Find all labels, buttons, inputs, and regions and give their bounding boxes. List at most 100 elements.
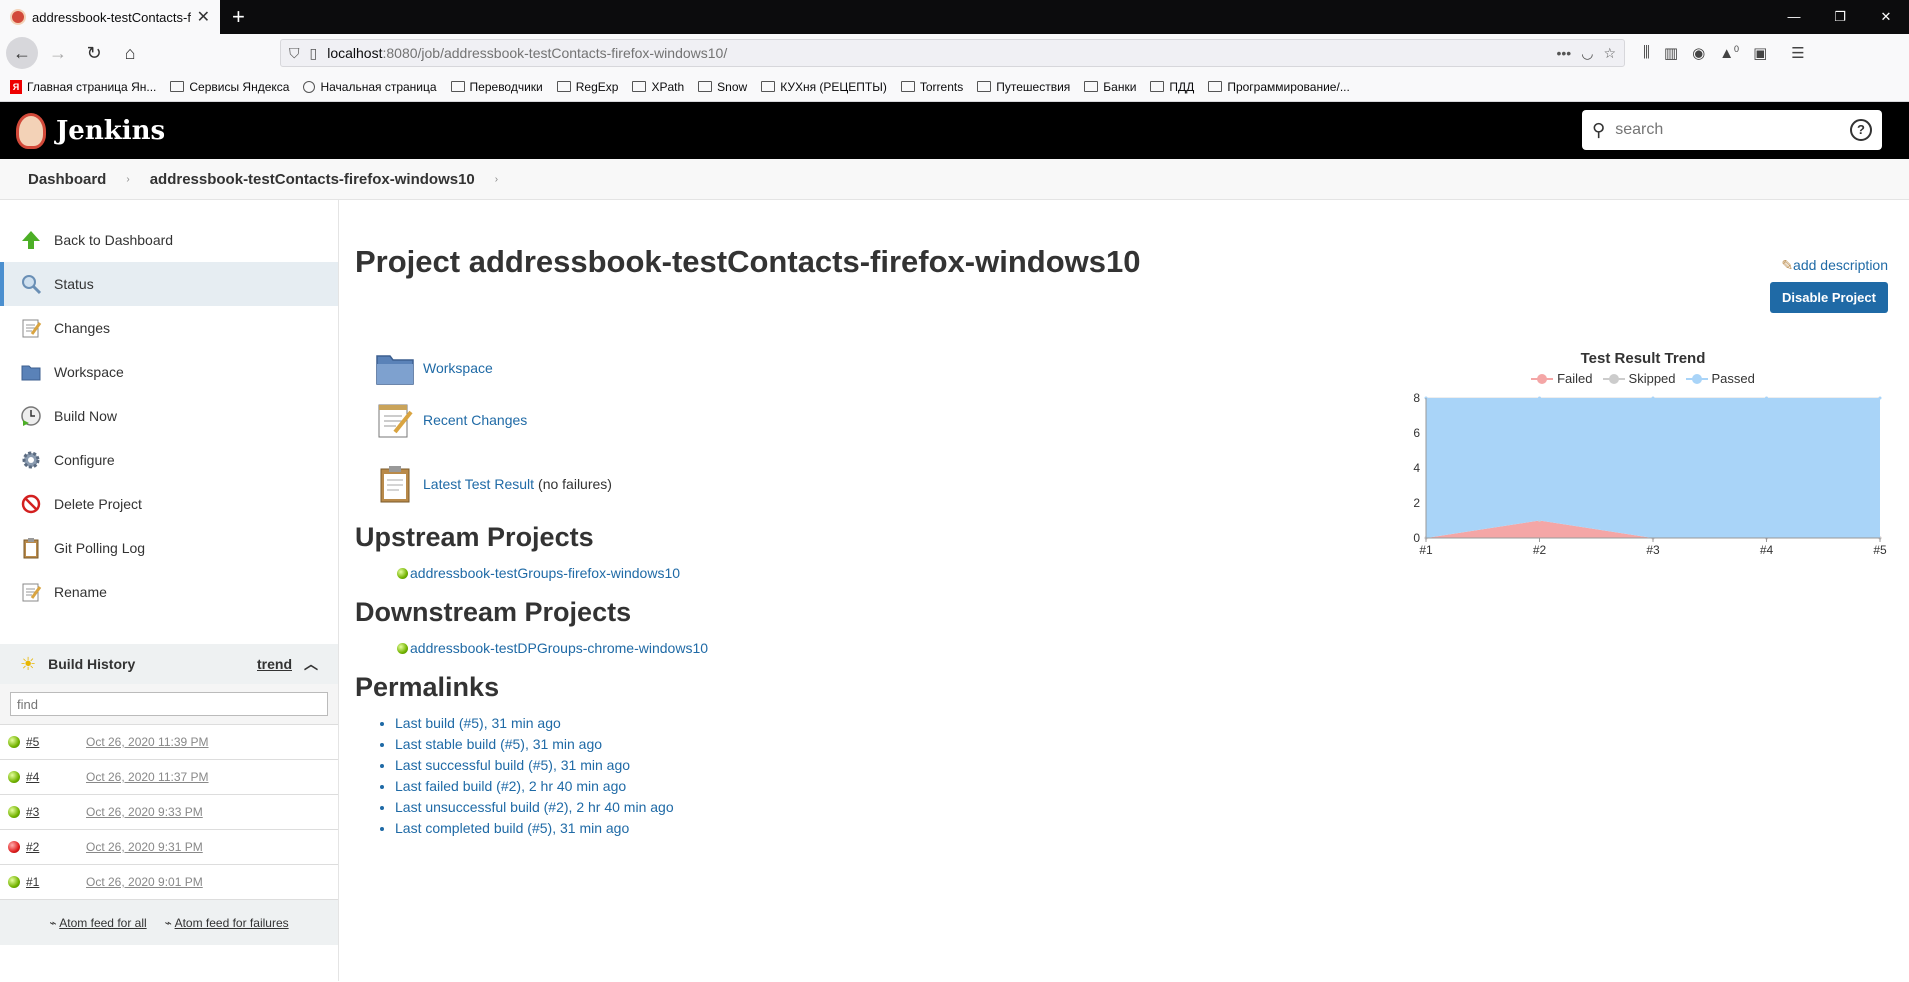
feed-failures[interactable]: ⌁ Atom feed for failures xyxy=(165,916,289,930)
permalink-link[interactable]: Last unsuccessful build (#2), 2 hr 40 mi… xyxy=(395,799,674,815)
browser-tab[interactable]: addressbook-testContacts-firefox-windows… xyxy=(0,0,220,34)
jenkins-logo-icon[interactable] xyxy=(16,112,46,149)
workspace-link[interactable]: Workspace xyxy=(423,360,493,376)
trend-link[interactable]: trend xyxy=(257,656,292,672)
new-tab-icon[interactable]: + xyxy=(232,4,245,30)
build-number-link[interactable]: #5 xyxy=(26,735,86,749)
bookmark-item[interactable]: Банки xyxy=(1084,80,1136,94)
bookmark-star-icon[interactable]: ☆ xyxy=(1603,45,1616,62)
reload-icon[interactable]: ↻ xyxy=(78,37,110,69)
downstream-project-link[interactable]: addressbook-testDPGroups-chrome-windows1… xyxy=(410,640,708,656)
upstream-project-link[interactable]: addressbook-testGroups-firefox-windows10 xyxy=(410,565,680,581)
forward-arrow-icon[interactable]: → xyxy=(42,37,74,69)
legend-item-skipped[interactable]: Skipped xyxy=(1602,371,1676,386)
build-filter-input[interactable] xyxy=(10,692,328,716)
legend-item-failed[interactable]: Failed xyxy=(1531,371,1593,386)
task-git-polling-log[interactable]: Git Polling Log xyxy=(0,526,338,570)
account-icon[interactable]: ◉ xyxy=(1692,44,1705,62)
container-icon[interactable]: ▣ xyxy=(1753,44,1767,62)
build-status-success-icon[interactable] xyxy=(8,736,20,748)
task-back-to-dashboard[interactable]: Back to Dashboard xyxy=(0,218,338,262)
permalink-item[interactable]: Last completed build (#5), 31 min ago xyxy=(395,818,1891,839)
bookmark-item[interactable]: Torrents xyxy=(900,80,963,94)
bookmark-item[interactable]: Начальная страница xyxy=(303,80,437,94)
chevron-right-icon[interactable]: › xyxy=(495,174,498,185)
build-status-success-icon[interactable] xyxy=(8,806,20,818)
permalink-item[interactable]: Last failed build (#2), 2 hr 40 min ago xyxy=(395,776,1891,797)
permalink-link[interactable]: Last build (#5), 31 min ago xyxy=(395,715,561,731)
page-icon[interactable]: ▯ xyxy=(310,45,318,62)
project-status-success-icon[interactable] xyxy=(397,642,408,654)
bookmark-item[interactable]: Путешествия xyxy=(977,80,1070,94)
permalink-link[interactable]: Last failed build (#2), 2 hr 40 min ago xyxy=(395,778,626,794)
build-status-success-icon[interactable] xyxy=(8,771,20,783)
pocket-icon[interactable]: ◡ xyxy=(1581,45,1593,62)
task-delete-project[interactable]: Delete Project xyxy=(0,482,338,526)
build-number-link[interactable]: #4 xyxy=(26,770,86,784)
project-status-success-icon[interactable] xyxy=(397,567,408,579)
recent-changes-link[interactable]: Recent Changes xyxy=(423,412,527,428)
close-tab-icon[interactable]: ✕ xyxy=(197,7,210,27)
permalink-link[interactable]: Last successful build (#5), 31 min ago xyxy=(395,757,630,773)
task-configure[interactable]: Configure xyxy=(0,438,338,482)
more-actions-icon[interactable]: ••• xyxy=(1557,45,1572,61)
shield-icon[interactable]: ⛉ xyxy=(289,45,300,62)
build-date-link[interactable]: Oct 26, 2020 9:31 PM xyxy=(86,840,203,854)
build-date-link[interactable]: Oct 26, 2020 9:33 PM xyxy=(86,805,203,819)
bookmark-item[interactable]: ПДД xyxy=(1150,80,1194,94)
build-date-link[interactable]: Oct 26, 2020 9:01 PM xyxy=(86,875,203,889)
feed-all[interactable]: ⌁ Atom feed for all xyxy=(49,916,146,930)
bookmark-item[interactable]: Я Главная страница Ян... xyxy=(10,79,156,94)
legend-item-passed[interactable]: Passed xyxy=(1685,371,1755,386)
bookmark-item[interactable]: XPath xyxy=(632,80,684,94)
sidebar-icon[interactable]: ▥ xyxy=(1664,44,1678,62)
library-icon[interactable]: ⫼ xyxy=(1643,44,1650,62)
build-number-link[interactable]: #2 xyxy=(26,840,86,854)
breadcrumb-dashboard[interactable]: Dashboard xyxy=(28,171,106,188)
bookmark-item[interactable]: Сервисы Яндекса xyxy=(170,80,289,94)
restore-icon[interactable]: ❐ xyxy=(1817,0,1863,34)
home-icon[interactable]: ⌂ xyxy=(114,37,146,69)
permalink-item[interactable]: Last unsuccessful build (#2), 2 hr 40 mi… xyxy=(395,797,1891,818)
search-input[interactable] xyxy=(1615,121,1840,139)
bookmark-item[interactable]: Переводчики xyxy=(450,80,543,94)
permalink-item[interactable]: Last build (#5), 31 min ago xyxy=(395,713,1891,734)
feed-all-link[interactable]: Atom feed for all xyxy=(59,916,146,930)
add-description-link[interactable]: ✎add description xyxy=(1781,257,1888,274)
close-window-icon[interactable]: ✕ xyxy=(1863,0,1909,34)
breadcrumb-project[interactable]: addressbook-testContacts-firefox-windows… xyxy=(150,171,475,188)
build-status-failed-icon[interactable] xyxy=(8,841,20,853)
bookmark-item[interactable]: Программирование/... xyxy=(1208,80,1350,94)
menu-icon[interactable]: ☰ xyxy=(1791,44,1804,62)
task-status[interactable]: Status xyxy=(0,262,338,306)
url-bar[interactable]: ⛉ ▯ localhost:8080/job/addressbook-testC… xyxy=(280,39,1625,67)
back-arrow-icon[interactable]: ← xyxy=(6,37,38,69)
bookmark-item[interactable]: Snow xyxy=(698,80,747,94)
build-number-link[interactable]: #3 xyxy=(26,805,86,819)
extension-icon[interactable]: ▲0 xyxy=(1719,44,1739,62)
disable-project-button[interactable]: Disable Project xyxy=(1770,282,1888,313)
help-icon[interactable]: ? xyxy=(1850,119,1872,141)
bookmark-item[interactable]: RegExp xyxy=(556,80,618,94)
build-status-success-icon[interactable] xyxy=(8,876,20,888)
build-date-link[interactable]: Oct 26, 2020 11:37 PM xyxy=(86,770,209,784)
bookmark-item[interactable]: КУХня (РЕЦЕПТЫ) xyxy=(761,80,887,94)
chevron-up-icon[interactable]: ︿ xyxy=(304,654,318,674)
permalink-link[interactable]: Last completed build (#5), 31 min ago xyxy=(395,820,629,836)
latest-test-result-link[interactable]: Latest Test Result xyxy=(423,476,534,492)
feed-failures-link[interactable]: Atom feed for failures xyxy=(175,916,289,930)
permalink-item[interactable]: Last stable build (#5), 31 min ago xyxy=(395,734,1891,755)
minimize-icon[interactable]: — xyxy=(1771,0,1817,34)
task-build-now[interactable]: Build Now xyxy=(0,394,338,438)
jenkins-title[interactable]: Jenkins xyxy=(56,116,165,146)
chart-plot[interactable]: 02468#1 #2 #3 #4 #5 xyxy=(1398,386,1888,561)
task-rename[interactable]: Rename xyxy=(0,570,338,614)
build-number-link[interactable]: #1 xyxy=(26,875,86,889)
permalink-link[interactable]: Last stable build (#5), 31 min ago xyxy=(395,736,602,752)
task-workspace[interactable]: Workspace xyxy=(0,350,338,394)
atom-feeds: ⌁ Atom feed for all ⌁ Atom feed for fail… xyxy=(0,899,338,945)
task-changes[interactable]: Changes xyxy=(0,306,338,350)
chevron-right-icon[interactable]: › xyxy=(126,174,129,185)
build-date-link[interactable]: Oct 26, 2020 11:39 PM xyxy=(86,735,209,749)
permalink-item[interactable]: Last successful build (#5), 31 min ago xyxy=(395,755,1891,776)
